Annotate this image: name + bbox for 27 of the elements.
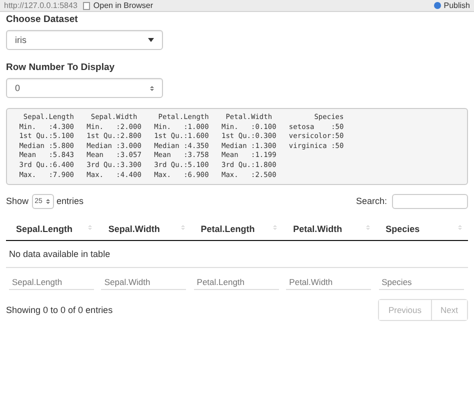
table-info: Showing 0 to 0 of 0 entries (6, 305, 113, 316)
url-text: http://127.0.0.1:5843 (4, 0, 78, 10)
sort-icon (458, 225, 462, 230)
column-header[interactable]: Petal.Length (190, 216, 284, 241)
sort-icon (366, 225, 370, 230)
empty-table-message: No data available in table (6, 240, 468, 268)
dataset-dropdown[interactable]: iris (6, 30, 163, 50)
column-header[interactable]: Sepal.Width (98, 216, 191, 241)
show-label: Show (6, 196, 29, 206)
window-icon[interactable] (83, 2, 90, 10)
column-header[interactable]: Species (376, 216, 468, 241)
field-label: Choose Dataset (6, 14, 79, 25)
open-in-browser-link[interactable]: Open in Browser (93, 0, 153, 10)
column-header[interactable]: Sepal.Length (6, 216, 98, 241)
column-header[interactable]: Petal.Width (283, 216, 376, 241)
sort-icon (180, 225, 185, 230)
sort-icon (88, 225, 92, 230)
search-label: Search: (356, 196, 387, 206)
search-field[interactable] (392, 194, 468, 209)
number-input-field[interactable]: 0 (6, 78, 163, 98)
publish-button[interactable]: Publish (444, 0, 470, 10)
caret-icon (148, 38, 154, 42)
sort-icon (273, 225, 278, 230)
entries-label: entries (56, 196, 84, 206)
spinner-icon (150, 86, 154, 90)
publish-icon[interactable] (434, 2, 441, 9)
field-label: Row Number To Display (6, 62, 116, 73)
